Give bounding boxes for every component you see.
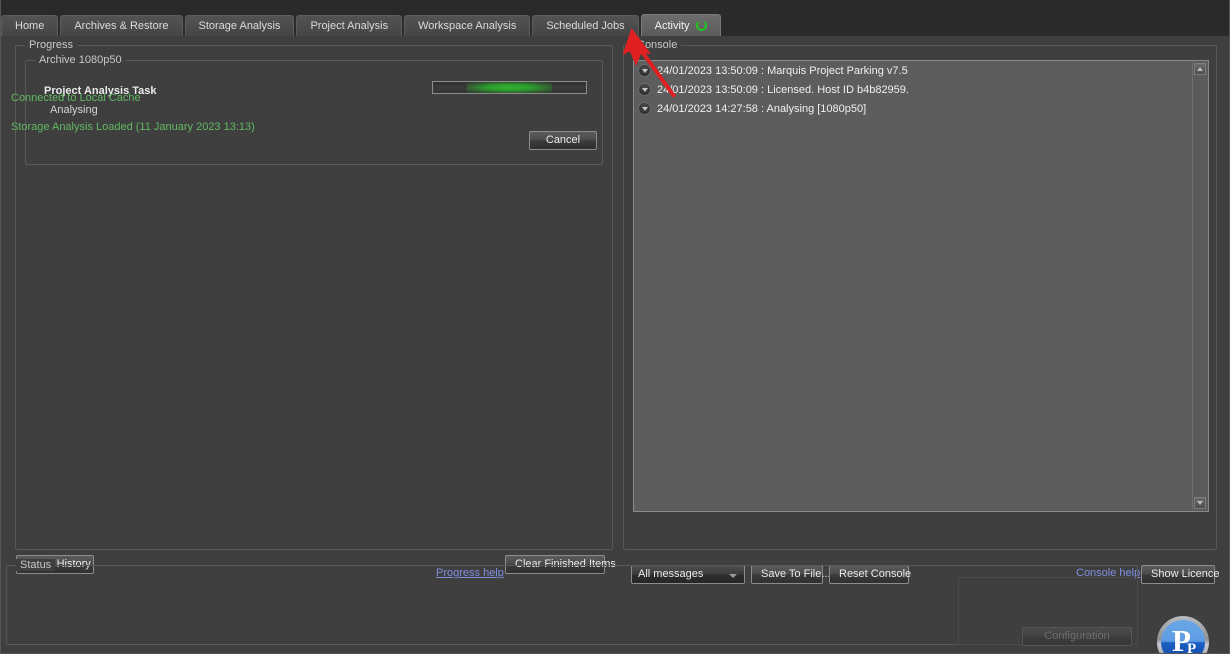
task-progress-bar: [432, 81, 587, 94]
tab-label: Storage Analysis: [198, 20, 281, 32]
show-licence-button[interactable]: Show Licence: [1141, 565, 1220, 584]
tab-label: Project Analysis: [310, 20, 389, 32]
cancel-button[interactable]: Cancel: [529, 131, 597, 150]
logo-letter-secondary: P: [1187, 641, 1197, 654]
tab-archives-restore[interactable]: Archives & Restore: [60, 15, 183, 36]
configuration-button[interactable]: Configuration: [1022, 627, 1132, 646]
chevron-down-icon[interactable]: [638, 83, 651, 96]
progress-bar-fill: [466, 82, 553, 93]
console-log-list[interactable]: 24/01/2023 13:50:09 : Marquis Project Pa…: [633, 60, 1209, 512]
tab-scheduled-jobs[interactable]: Scheduled Jobs: [532, 15, 639, 36]
status-panel-label: Status: [16, 559, 56, 571]
console-panel-label: Console: [633, 39, 682, 51]
task-status-label: Analysing: [50, 104, 98, 116]
main-content-area: Progress Archive 1080p50 Project Analysi…: [1, 36, 1229, 654]
tab-label: Activity: [654, 19, 690, 32]
log-entry-text: 24/01/2023 13:50:09 : Marquis Project Pa…: [657, 64, 908, 77]
logo-inner-disc: P P: [1161, 620, 1205, 654]
tab-label: Archives & Restore: [74, 20, 169, 32]
archive-task-group: Archive 1080p50 Project Analysis Task An…: [25, 54, 603, 165]
archive-group-label: Archive 1080p50: [35, 54, 126, 66]
tab-label: Home: [15, 20, 45, 32]
list-item[interactable]: 24/01/2023 13:50:09 : Licensed. Host ID …: [634, 80, 1208, 99]
main-tab-bar: Home Archives & Restore Storage Analysis…: [1, 14, 1229, 36]
console-panel: Console 24/01/2023 13:50:09 : Marquis Pr…: [623, 39, 1217, 550]
spinner-icon: [696, 20, 708, 31]
tab-label: Workspace Analysis: [418, 20, 517, 32]
console-vertical-scrollbar[interactable]: [1192, 62, 1207, 510]
tab-workspace-analysis[interactable]: Workspace Analysis: [404, 15, 531, 36]
project-parking-logo: P P: [1157, 616, 1209, 654]
list-item[interactable]: 24/01/2023 14:27:58 : Analysing [1080p50…: [634, 99, 1208, 118]
chevron-down-icon[interactable]: [638, 102, 651, 115]
application-window: Home Archives & Restore Storage Analysis…: [0, 0, 1230, 654]
chevron-down-icon[interactable]: [638, 64, 651, 77]
scroll-up-icon[interactable]: [1194, 63, 1206, 75]
window-top-strip: [1, 0, 1229, 14]
status-analysis-text: Storage Analysis Loaded (11 January 2023…: [11, 121, 255, 133]
tab-activity[interactable]: Activity: [640, 14, 722, 36]
status-connection-text: Connected to Local Cache: [11, 92, 141, 104]
progress-panel-label: Progress: [25, 39, 78, 51]
tab-storage-analysis[interactable]: Storage Analysis: [184, 15, 295, 36]
list-item[interactable]: 24/01/2023 13:50:09 : Marquis Project Pa…: [634, 61, 1208, 80]
tab-project-analysis[interactable]: Project Analysis: [296, 15, 403, 36]
tab-home[interactable]: Home: [1, 15, 59, 36]
log-entry-text: 24/01/2023 13:50:09 : Licensed. Host ID …: [657, 83, 909, 96]
scroll-down-icon[interactable]: [1194, 497, 1206, 509]
log-entry-text: 24/01/2023 14:27:58 : Analysing [1080p50…: [657, 102, 867, 115]
tab-label: Scheduled Jobs: [546, 20, 625, 32]
